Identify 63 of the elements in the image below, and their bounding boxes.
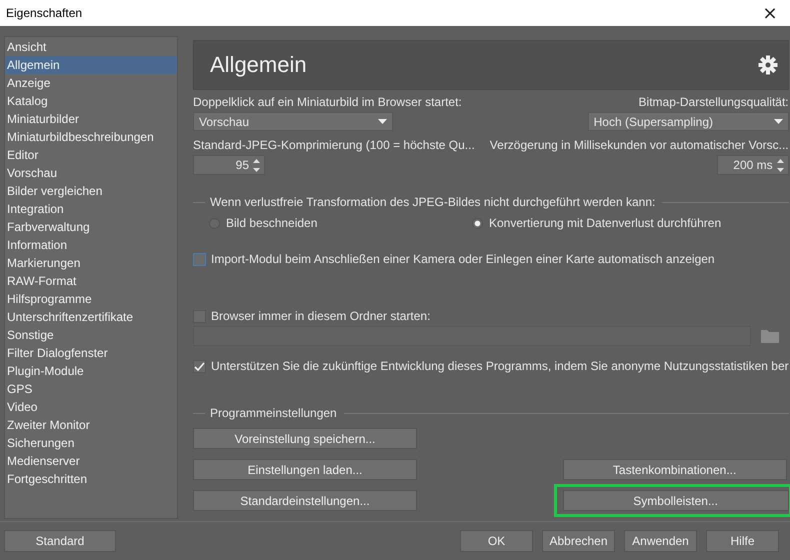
sidebar-item[interactable]: Miniaturbilder — [5, 110, 177, 128]
stepper-icon — [253, 158, 260, 172]
settings-icon — [758, 55, 778, 75]
sidebar-item[interactable]: Katalog — [5, 92, 177, 110]
group-title: Programmeinstellungen — [210, 406, 337, 420]
field-label: Bitmap-Darstellungsqualität: — [638, 95, 789, 109]
sidebar-item[interactable]: Information — [5, 236, 177, 254]
settings-button[interactable]: Symbolleisten... — [562, 490, 789, 511]
sidebar-item[interactable]: Vorschau — [5, 164, 177, 182]
sidebar-item[interactable]: Medienserver — [5, 452, 177, 470]
sidebar-item[interactable]: Sicherungen — [5, 434, 177, 452]
sidebar-item[interactable]: Markierungen — [5, 254, 177, 272]
sidebar-item[interactable]: Allgemein — [5, 56, 177, 74]
close-button[interactable]: × — [750, 0, 790, 26]
sidebar-item[interactable]: Video — [5, 398, 177, 416]
caret-icon — [378, 119, 387, 124]
settings-button[interactable]: Voreinstellung speichern... — [193, 428, 417, 449]
checkbox-label: Import-Modul beim Anschließen einer Kamera oder Einlegen einer Karte automatisch anzeigen — [211, 252, 715, 266]
radio-label: Konvertierung mit Datenverlust durchführen — [489, 216, 722, 230]
sidebar-item[interactable]: Unterschriftenzertifikate — [5, 308, 177, 326]
checkbox-label: Unterstützen Sie die zukünftige Entwicklung dieses Programms, indem Sie anonyme Nutzungsstatistiken ber — [211, 359, 789, 373]
radio-label: Bild beschneiden — [226, 216, 318, 230]
dialog-button[interactable]: OK — [460, 530, 533, 552]
checkbox[interactable] — [193, 252, 206, 266]
dropdown[interactable]: Vorschau — [193, 112, 393, 131]
field-label: Verzögerung in Millisekunden vor automatischer Vorsc... — [490, 138, 789, 152]
sidebar-item[interactable]: Miniaturbildbeschreibungen — [5, 128, 177, 146]
sidebar-item[interactable]: RAW-Format — [5, 272, 177, 290]
spin-field[interactable]: 200 ms — [716, 155, 789, 175]
group-title: Wenn verlustfreie Transformation des JPEG-Bildes nicht durchgeführt werden kann: — [210, 195, 656, 209]
settings-button[interactable]: Tastenkombinationen... — [562, 459, 787, 480]
sidebar-item[interactable]: Zweiter Monitor — [5, 416, 177, 434]
checkbox[interactable] — [193, 360, 206, 372]
sidebar-item[interactable]: Ansicht — [5, 38, 177, 56]
dialog-button[interactable]: Hilfe — [706, 530, 779, 552]
sidebar-item[interactable]: Integration — [5, 200, 177, 218]
sidebar-item[interactable]: Sonstige — [5, 326, 177, 344]
sidebar-item[interactable]: GPS — [5, 380, 177, 398]
radio-button[interactable] — [472, 218, 483, 228]
sidebar-item[interactable]: Bilder vergleichen — [5, 182, 177, 200]
sidebar-item[interactable]: Hilfsprogramme — [5, 290, 177, 308]
checkbox-label: Browser immer in diesem Ordner starten: — [211, 309, 430, 323]
sidebar-item[interactable]: Plugin-Module — [5, 362, 177, 380]
field-label: Doppelklick auf ein Miniaturbild im Browser startet: — [193, 95, 462, 109]
spin-field[interactable]: 95 — [193, 155, 265, 175]
caret-icon — [774, 119, 783, 124]
dialog-button[interactable]: Anwenden — [624, 530, 697, 552]
standard-button[interactable]: Standard — [4, 530, 116, 552]
sidebar-item[interactable]: Anzeige — [5, 74, 177, 92]
sidebar-item[interactable]: Farbverwaltung — [5, 218, 177, 236]
sidebar-item[interactable]: Fortgeschritten — [5, 470, 177, 488]
folder-icon — [761, 329, 779, 343]
window-title: Eigenschaften — [6, 6, 82, 20]
sidebar-item[interactable]: Editor — [5, 146, 177, 164]
settings-button[interactable]: Standardeinstellungen... — [193, 490, 417, 511]
dropdown[interactable]: Hoch (Supersampling) — [588, 112, 789, 131]
dialog-button[interactable]: Abbrechen — [542, 530, 615, 552]
sidebar-item[interactable]: Filter Dialogfenster — [5, 344, 177, 362]
page-title: Allgemein — [210, 52, 307, 78]
settings-button[interactable]: Einstellungen laden... — [193, 459, 417, 480]
stepper-icon — [776, 158, 784, 172]
checkmark-icon — [194, 362, 205, 370]
field-label: Standard-JPEG-Komprimierung (100 = höchste Qu... — [193, 138, 475, 152]
